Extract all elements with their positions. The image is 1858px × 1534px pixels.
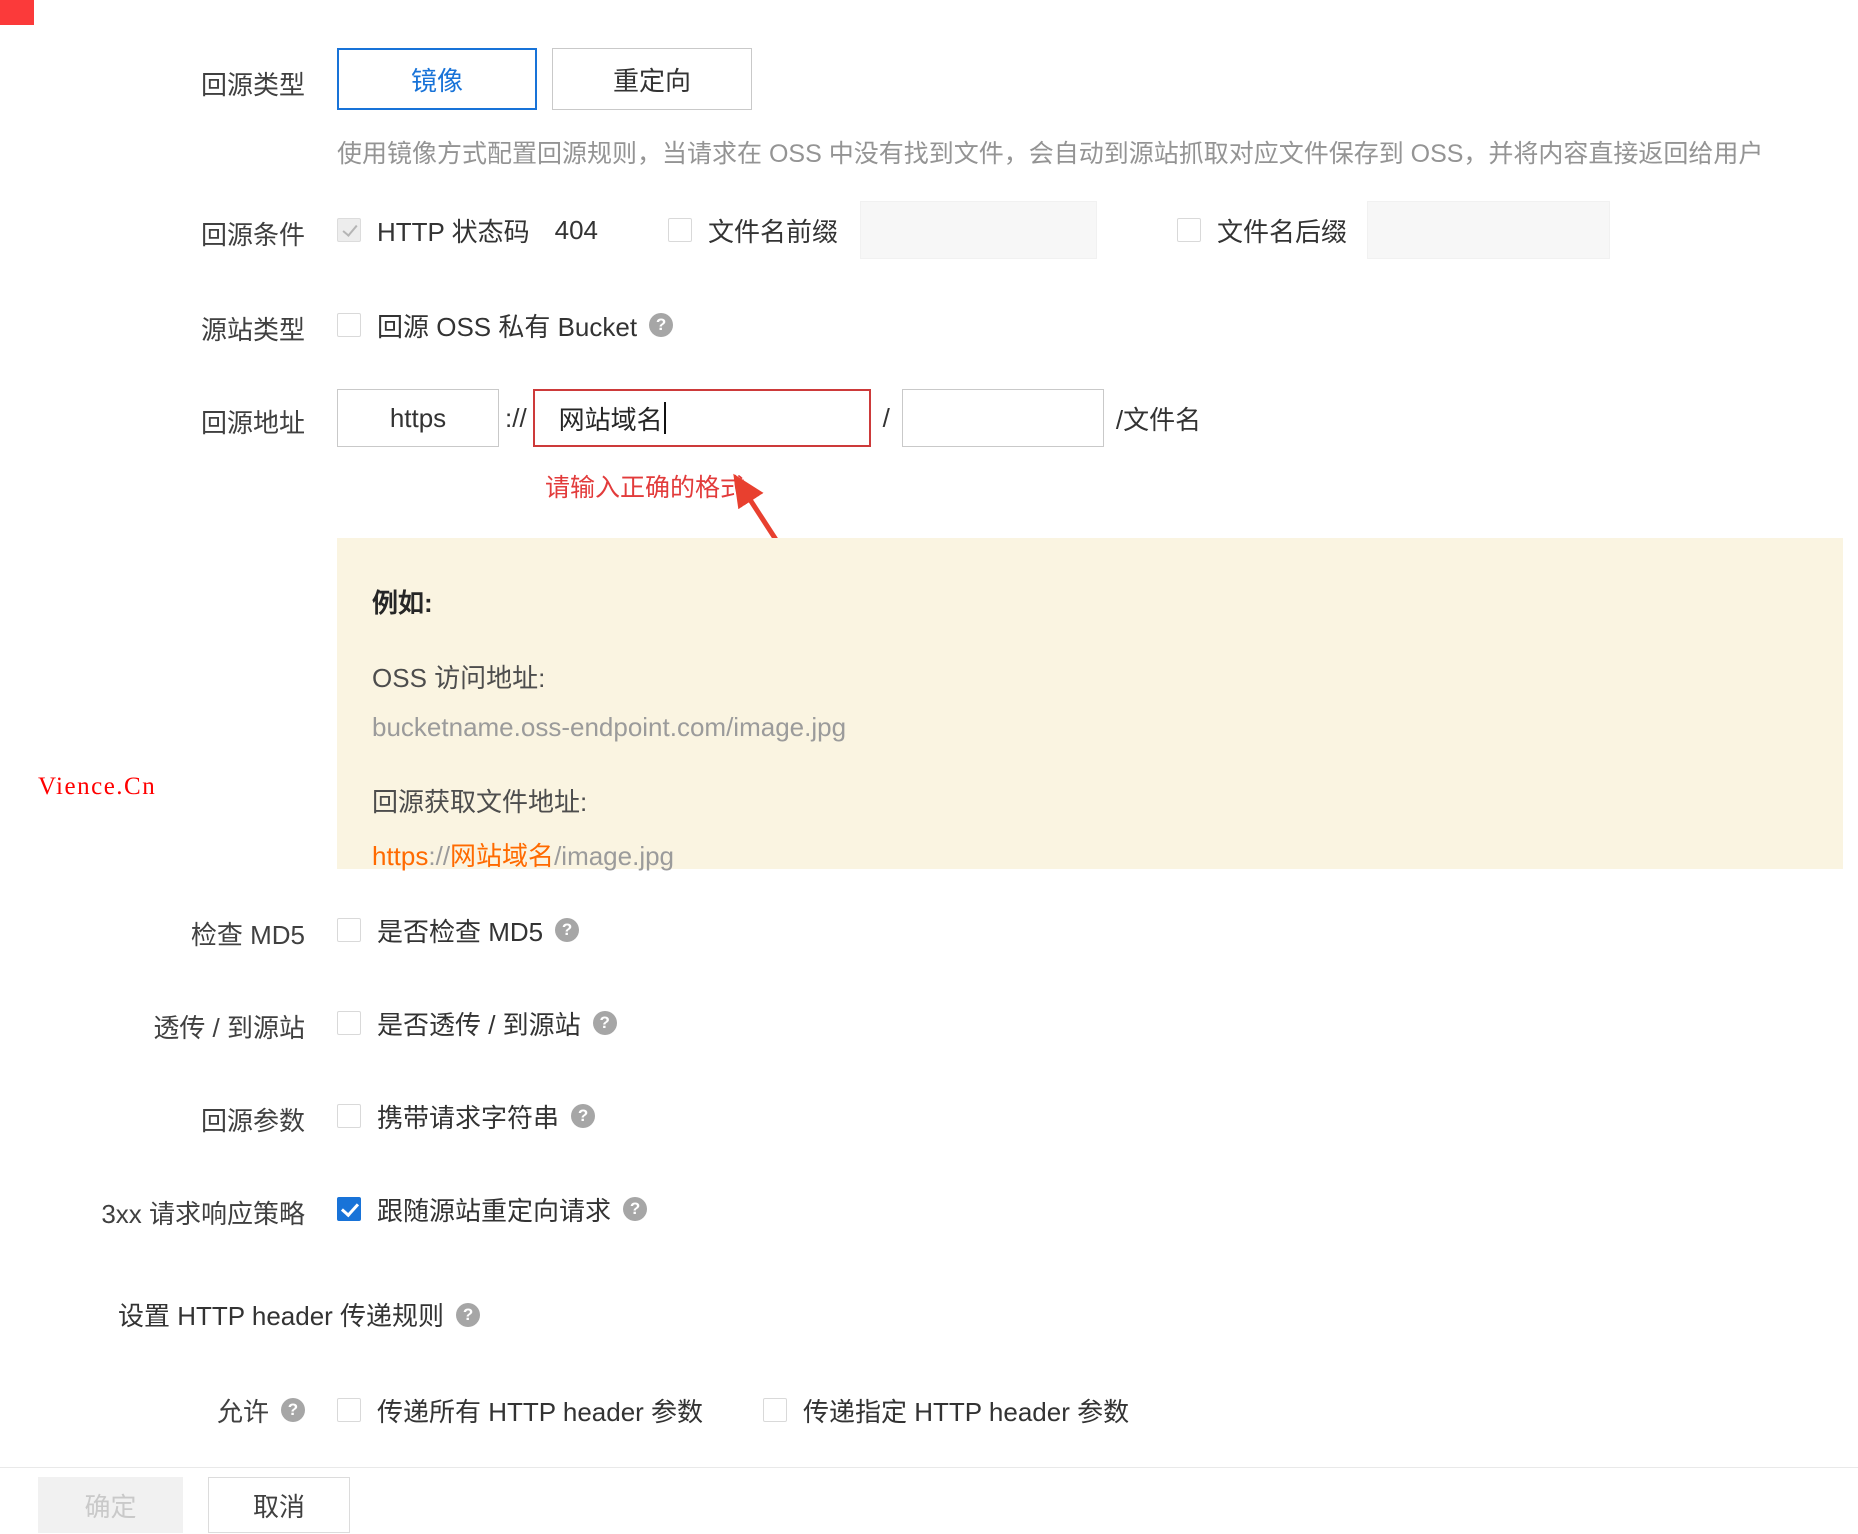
allow-options-row: 传递所有 HTTP header 参数 传递指定 HTTP header 参数 xyxy=(337,1385,1129,1435)
origin-site-type-label: 源站类型 xyxy=(0,310,305,347)
corner-red-mark xyxy=(0,0,34,25)
allow-label: 允许 xyxy=(217,1392,269,1429)
origin-params-row: 携带请求字符串 ? xyxy=(337,1091,595,1141)
allow-label-group: 允许 ? xyxy=(0,1385,305,1435)
http-status-checkbox xyxy=(337,218,361,242)
url-separator: :// xyxy=(428,841,450,871)
query-string-checkbox[interactable] xyxy=(337,1104,361,1128)
domain-input[interactable]: 网站域名 xyxy=(533,389,871,447)
confirm-button[interactable]: 确定 xyxy=(38,1477,183,1533)
http-header-section-header: 设置 HTTP header 传递规则 ? xyxy=(118,1296,480,1333)
url-path: /image.jpg xyxy=(554,841,674,871)
passthrough-help-icon[interactable]: ? xyxy=(593,1011,617,1035)
http-header-section-help-icon[interactable]: ? xyxy=(456,1303,480,1327)
footer-divider xyxy=(0,1467,1858,1468)
oss-address-url: bucketname.oss-endpoint.com/image.jpg xyxy=(372,712,1808,743)
filename-prefix-label: 文件名前缀 xyxy=(708,212,838,249)
check-md5-option-label: 是否检查 MD5 xyxy=(377,912,543,949)
private-bucket-checkbox[interactable] xyxy=(337,313,361,337)
pass-specified-headers-label: 传递指定 HTTP header 参数 xyxy=(803,1392,1129,1429)
passthrough-option-label: 是否透传 / 到源站 xyxy=(377,1005,581,1042)
check-md5-label: 检查 MD5 xyxy=(0,915,305,952)
origin-fetch-url: https://网站域名/image.jpg xyxy=(372,836,1808,873)
format-error-message: 请输入正确的格式 xyxy=(545,468,745,504)
protocol-select[interactable]: https xyxy=(337,389,499,447)
origin-address-row: https :// 网站域名 / /文件名 xyxy=(337,389,1201,447)
origin-params-label: 回源参数 xyxy=(0,1101,305,1138)
redirect-3xx-row: 跟随源站重定向请求 ? xyxy=(337,1184,647,1234)
mirror-mode-description: 使用镜像方式配置回源规则，当请求在 OSS 中没有找到文件，会自动到源站抓取对应… xyxy=(337,134,1763,170)
follow-redirect-checkbox[interactable] xyxy=(337,1197,361,1221)
origin-fetch-label: 回源获取文件地址: xyxy=(372,782,1808,819)
filename-suffix-text: /文件名 xyxy=(1116,400,1201,437)
mirror-type-button[interactable]: 镜像 xyxy=(337,48,537,110)
private-bucket-help-icon[interactable]: ? xyxy=(649,313,673,337)
pass-specified-headers-checkbox[interactable] xyxy=(763,1398,787,1422)
url-protocol: https xyxy=(372,841,428,871)
filename-suffix-label: 文件名后缀 xyxy=(1217,212,1347,249)
passthrough-row: 是否透传 / 到源站 ? xyxy=(337,998,617,1048)
check-md5-help-icon[interactable]: ? xyxy=(555,918,579,942)
filename-prefix-checkbox[interactable] xyxy=(668,218,692,242)
watermark-text: Vience.Cn xyxy=(38,773,156,801)
filename-suffix-input[interactable] xyxy=(1367,201,1610,259)
redirect-3xx-label: 3xx 请求响应策略 xyxy=(0,1194,305,1231)
check-md5-checkbox[interactable] xyxy=(337,918,361,942)
origin-type-label: 回源类型 xyxy=(0,65,305,102)
private-bucket-label: 回源 OSS 私有 Bucket xyxy=(377,307,637,344)
origin-condition-row: HTTP 状态码 404 文件名前缀 文件名后缀 xyxy=(337,201,1610,259)
text-cursor xyxy=(664,402,666,434)
example-note-box: 例如: OSS 访问地址: bucketname.oss-endpoint.co… xyxy=(337,538,1843,869)
allow-help-icon[interactable]: ? xyxy=(281,1398,305,1422)
protocol-separator: :// xyxy=(505,403,527,434)
query-string-option-label: 携带请求字符串 xyxy=(377,1098,559,1135)
url-domain: 网站域名 xyxy=(450,841,554,871)
domain-input-value: 网站域名 xyxy=(559,400,663,437)
path-input[interactable] xyxy=(902,389,1104,447)
follow-redirect-help-icon[interactable]: ? xyxy=(623,1197,647,1221)
pass-all-headers-label: 传递所有 HTTP header 参数 xyxy=(377,1392,703,1429)
pass-all-headers-checkbox[interactable] xyxy=(337,1398,361,1422)
origin-address-label: 回源地址 xyxy=(0,403,305,440)
oss-address-label: OSS 访问地址: xyxy=(372,658,1808,695)
origin-condition-label: 回源条件 xyxy=(0,215,305,252)
back-to-origin-rule-form: 回源类型 镜像 重定向 使用镜像方式配置回源规则，当请求在 OSS 中没有找到文… xyxy=(0,0,1858,1534)
query-string-help-icon[interactable]: ? xyxy=(571,1104,595,1128)
filename-suffix-checkbox[interactable] xyxy=(1177,218,1201,242)
redirect-type-button[interactable]: 重定向 xyxy=(552,48,752,110)
origin-site-type-row: 回源 OSS 私有 Bucket ? xyxy=(337,300,673,350)
http-status-label: HTTP 状态码 xyxy=(377,212,530,249)
http-header-section-title: 设置 HTTP header 传递规则 xyxy=(118,1296,444,1333)
passthrough-label: 透传 / 到源站 xyxy=(0,1008,305,1045)
filename-prefix-input[interactable] xyxy=(860,201,1097,259)
check-md5-row: 是否检查 MD5 ? xyxy=(337,905,579,955)
origin-type-row: 镜像 重定向 xyxy=(337,48,752,110)
passthrough-checkbox[interactable] xyxy=(337,1011,361,1035)
example-title: 例如: xyxy=(372,583,1808,620)
http-status-code: 404 xyxy=(555,215,598,246)
follow-redirect-option-label: 跟随源站重定向请求 xyxy=(377,1191,611,1228)
path-separator: / xyxy=(883,403,890,434)
cancel-button[interactable]: 取消 xyxy=(208,1477,350,1533)
